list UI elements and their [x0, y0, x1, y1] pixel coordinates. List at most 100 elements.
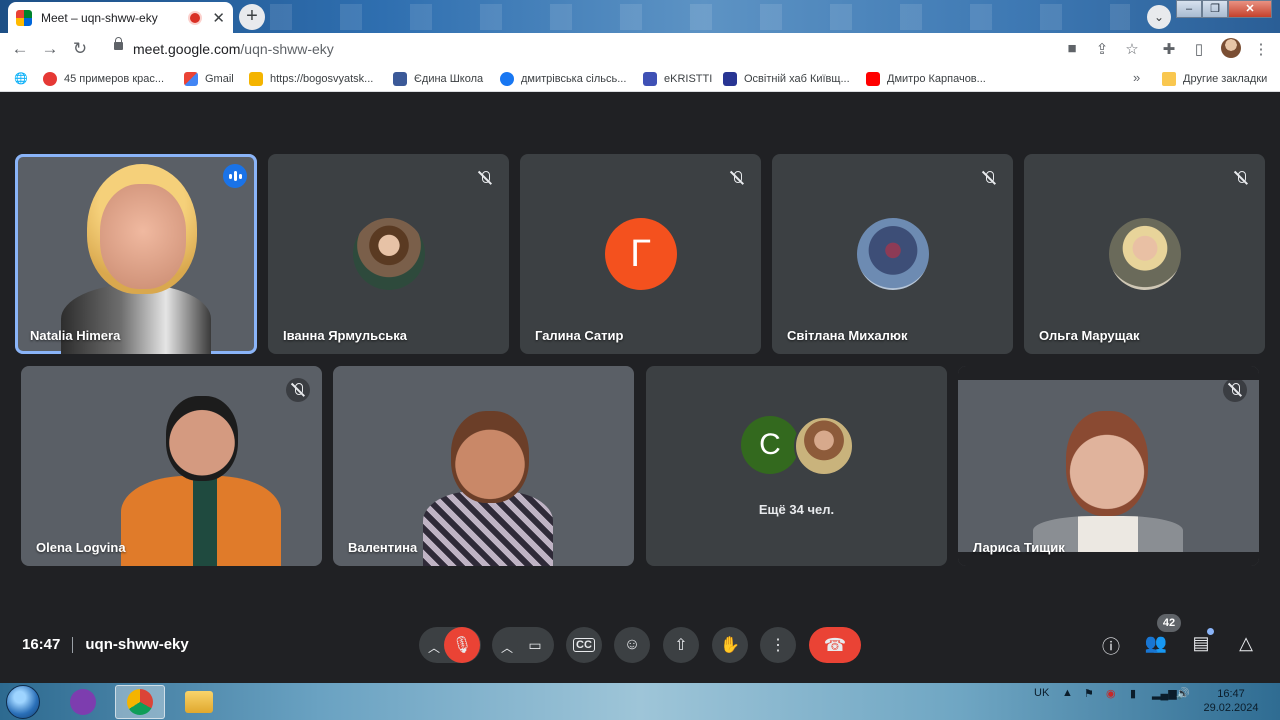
language-indicator[interactable]: UK [1034, 687, 1049, 699]
bookmark-item[interactable]: https://bogosvyatsk... [249, 72, 373, 86]
participant-name: Валентина [348, 540, 418, 555]
ekristti-icon [643, 72, 657, 86]
bookmark-item[interactable]: Єдина Школа [393, 72, 483, 86]
network-icon[interactable]: ▂▄▆ [1152, 687, 1177, 700]
emoji-icon: ☺ [623, 636, 641, 653]
participant-tile[interactable]: Ольга Марущак [1024, 154, 1265, 354]
system-clock[interactable]: 16:47 29.02.2024 [1200, 687, 1262, 715]
reactions-button[interactable]: ☺ [614, 627, 650, 663]
participant-tile[interactable]: Natalia Himera [15, 154, 257, 354]
mic-toggle-button[interactable]: 🎙 [444, 627, 480, 663]
video-person [121, 476, 281, 566]
side-panel-icon[interactable]: ▯ [1190, 40, 1208, 58]
hang-up-icon: ☎ [823, 634, 847, 655]
extensions-icon[interactable]: ✚ [1160, 40, 1178, 58]
bookmark-item[interactable]: Gmail [184, 72, 234, 86]
present-screen-button[interactable]: ⇧ [663, 627, 699, 663]
participant-name: Галина Сатир [535, 328, 624, 343]
participant-tile[interactable]: Olena Logvina [21, 366, 322, 566]
volume-icon[interactable]: 🔊 [1176, 687, 1190, 700]
share-icon[interactable]: ⇪ [1093, 40, 1111, 58]
mic-off-icon: 🎙 [451, 637, 473, 654]
captions-icon: CC [573, 638, 595, 652]
profile-avatar[interactable] [1221, 38, 1241, 58]
window-close-button[interactable]: ✕ [1228, 0, 1272, 18]
browser-menu-icon[interactable]: ⋮ [1252, 40, 1270, 58]
captions-button[interactable]: CC [566, 627, 602, 663]
people-icon[interactable]: 👥 [1144, 633, 1168, 654]
more-options-button[interactable]: ⋮ [760, 627, 796, 663]
meeting-time: 16:47 [22, 636, 61, 653]
camera-in-use-icon[interactable]: ■ [1063, 40, 1081, 57]
youtube-icon [866, 72, 880, 86]
minimize-button[interactable]: – [1176, 0, 1202, 18]
participant-tile[interactable]: Валентина [333, 366, 634, 566]
meet-favicon-icon [16, 9, 32, 26]
video-person [61, 284, 211, 354]
speaking-indicator-icon [223, 164, 247, 188]
lock-icon[interactable] [114, 37, 123, 50]
bookmark-item[interactable]: Дмитро Карпачов... [866, 72, 986, 86]
meeting-info-icon[interactable]: ⓘ [1099, 633, 1123, 659]
participant-tile[interactable]: Г Галина Сатир [520, 154, 761, 354]
restore-button[interactable]: ❐ [1202, 0, 1228, 18]
gmail-icon [184, 72, 198, 86]
new-tab-button[interactable]: + [239, 4, 265, 30]
bookmark-item[interactable]: Освітній хаб Київщ... [723, 72, 850, 86]
participant-letter-avatar: Г [604, 218, 677, 290]
taskbar-explorer[interactable] [174, 685, 224, 719]
chat-notification-dot [1207, 628, 1214, 635]
bookmarks-bar: 🌐 45 примеров крас... Gmail https://bogo… [0, 65, 1280, 92]
participant-name: Ольга Марущак [1039, 328, 1140, 343]
hand-icon: ✋ [720, 637, 740, 654]
mic-off-icon [1229, 166, 1253, 190]
chevron-up-icon[interactable]: ︿ [428, 639, 440, 656]
leave-call-button[interactable]: ☎ [809, 627, 861, 663]
bookmark-star-icon[interactable]: ☆ [1123, 40, 1141, 58]
mic-off-icon [473, 166, 497, 190]
participant-tile[interactable]: Світлана Михалюк [772, 154, 1013, 354]
os-taskbar: UK ▲ ⚑ ◉ ▮ ▂▄▆ 🔊 16:47 29.02.2024 [0, 683, 1280, 720]
browser-tab-meet[interactable]: Meet – uqn-shww-eky ✕ [8, 2, 233, 33]
address-bar[interactable]: meet.google.com/uqn-shww-eky [100, 36, 1020, 62]
viber-icon [70, 689, 96, 715]
antivirus-icon[interactable]: ◉ [1106, 687, 1116, 700]
taskbar-chrome[interactable] [115, 685, 165, 719]
flag-icon[interactable]: ⚑ [1084, 687, 1094, 700]
participant-tile[interactable]: Іванна Ярмульська [268, 154, 509, 354]
more-participants-tile[interactable]: C Ещё 34 чел. [646, 366, 947, 566]
facebook-icon [500, 72, 514, 86]
chat-icon[interactable]: ▤ [1189, 633, 1213, 654]
close-tab-icon[interactable]: ✕ [212, 9, 225, 27]
clock-date: 29.02.2024 [1203, 702, 1259, 714]
bookmark-item[interactable]: eKRISTTI [643, 72, 712, 86]
back-button[interactable]: ← [10, 39, 30, 59]
camera-toggle-button[interactable]: ▭ [517, 627, 553, 663]
mic-off-icon [1223, 378, 1247, 402]
tray-expand-icon[interactable]: ▲ [1062, 687, 1073, 699]
forward-button[interactable]: → [40, 39, 60, 59]
camera-icon: ▭ [528, 636, 542, 653]
bookmark-item[interactable]: 45 примеров крас... [43, 72, 164, 86]
taskbar-viber[interactable] [58, 685, 108, 719]
mic-off-icon [977, 166, 1001, 190]
activities-icon[interactable]: △ [1234, 633, 1258, 654]
mic-off-icon [725, 166, 749, 190]
participant-avatar [352, 218, 425, 290]
more-participants-label: Ещё 34 чел. [758, 502, 835, 517]
tab-search-button[interactable]: ⌄ [1147, 5, 1171, 29]
start-button[interactable] [6, 685, 40, 719]
participant-letter-avatar: C [741, 416, 799, 474]
raise-hand-button[interactable]: ✋ [712, 627, 748, 663]
chevron-up-icon[interactable]: ︿ [501, 639, 513, 656]
tab-title: Meet – uqn-shww-eky [41, 10, 158, 25]
more-bookmarks-chevron-icon[interactable]: » [1133, 70, 1140, 85]
other-bookmarks-folder[interactable]: Другие закладки [1162, 72, 1267, 86]
participant-tile[interactable]: Лариса Тищик [958, 366, 1259, 566]
battery-icon[interactable]: ▮ [1130, 687, 1136, 700]
recording-indicator-icon [190, 12, 201, 23]
reload-button[interactable]: ↻ [70, 39, 90, 59]
bookmark-item[interactable]: дмитрівська сільсь... [500, 72, 626, 86]
participant-name: Olena Logvina [36, 540, 126, 555]
apps-shortcut-icon[interactable]: 🌐 [14, 72, 28, 85]
